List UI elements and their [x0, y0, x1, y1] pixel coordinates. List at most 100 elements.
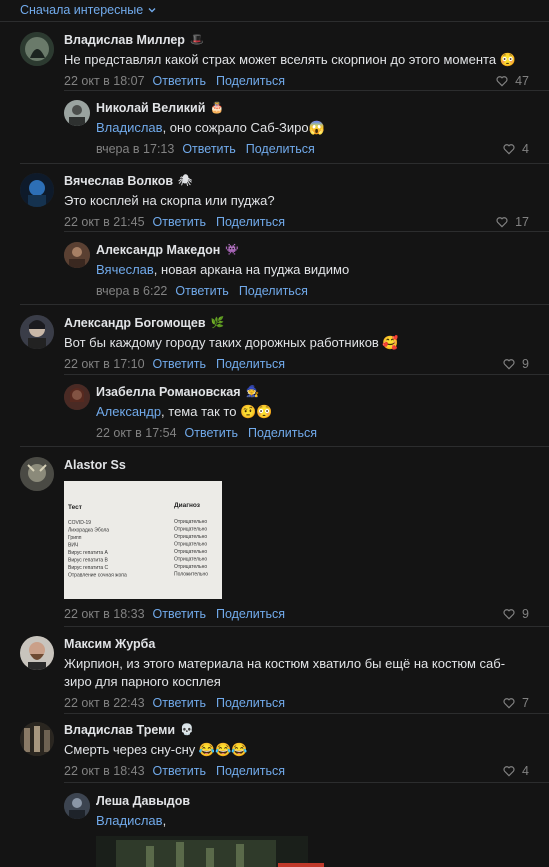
comment-text: , тема так то 🤨😳 — [161, 404, 273, 419]
avatar[interactable] — [20, 173, 54, 207]
reply-button[interactable]: Ответить — [182, 142, 235, 156]
status-emoji: 🕷 — [178, 174, 193, 187]
share-button[interactable]: Поделиться — [216, 215, 285, 229]
comment-date[interactable]: вчера в 17:13 — [96, 142, 174, 156]
photo-header-right: Диагноз — [174, 502, 201, 509]
photo-test-name: Вирус гепатита С — [68, 565, 109, 571]
author-name[interactable]: Вячеслав Волков — [64, 174, 173, 188]
author-name[interactable]: Владислав Миллер — [64, 33, 185, 47]
reply-button[interactable]: Ответить — [153, 215, 206, 229]
like-button[interactable]: 47 — [495, 74, 529, 88]
photo-header-left: Тест — [68, 504, 82, 511]
avatar[interactable] — [20, 722, 54, 756]
share-button[interactable]: Поделиться — [248, 426, 317, 440]
comment-text: Смерть через сну-сну 😂😂😂 — [64, 742, 248, 757]
mention-link[interactable]: Владислав — [96, 813, 163, 828]
reply-button[interactable]: Ответить — [153, 607, 206, 621]
reply-button[interactable]: Ответить — [153, 764, 206, 778]
avatar[interactable] — [20, 32, 54, 66]
status-emoji: 🎂 — [210, 101, 225, 114]
photo-test-result: Отрицательно — [174, 564, 207, 570]
avatar[interactable] — [20, 315, 54, 349]
comment-date[interactable]: 22 окт в 17:54 — [96, 426, 177, 440]
mention-link[interactable]: Александр — [96, 404, 161, 419]
mention-link[interactable]: Вячеслав — [96, 262, 154, 277]
attached-photo[interactable] — [96, 836, 308, 867]
comment-date[interactable]: 22 окт в 18:43 — [64, 764, 145, 778]
share-button[interactable]: Поделиться — [239, 284, 308, 298]
avatar[interactable] — [64, 242, 90, 268]
sort-dropdown[interactable]: Сначала интересные — [20, 3, 157, 17]
reply-button[interactable]: Ответить — [185, 426, 238, 440]
attached-photo[interactable]: Тест Диагноз COVID-19 Отрицательно Лихорад… — [64, 481, 222, 599]
reply-button[interactable]: Ответить — [153, 696, 206, 710]
like-count: 7 — [522, 696, 529, 710]
photo-test-result: Отрицательно — [174, 549, 207, 555]
avatar[interactable] — [20, 457, 54, 491]
comment-text: , оно сожрало Саб-Зиро😱 — [162, 120, 325, 135]
avatar[interactable] — [64, 100, 90, 126]
like-count: 4 — [522, 142, 529, 156]
comment-date[interactable]: 22 окт в 17:10 — [64, 357, 145, 371]
photo-test-result: Отрицательно — [174, 534, 207, 540]
like-count: 47 — [515, 74, 529, 88]
avatar[interactable] — [64, 793, 90, 819]
share-button[interactable]: Поделиться — [216, 607, 285, 621]
like-count: 17 — [515, 215, 529, 229]
heart-icon — [503, 766, 515, 777]
photo-test-name: Вирус гепатита В — [68, 558, 109, 564]
photo-test-name: Грипп — [68, 535, 82, 541]
author-name[interactable]: Николай Великий — [96, 101, 205, 115]
photo-test-result: Отрицательно — [174, 519, 207, 525]
author-name[interactable]: Александр Богомощев — [64, 316, 206, 330]
avatar[interactable] — [20, 636, 54, 670]
share-button[interactable]: Поделиться — [216, 696, 285, 710]
divider — [0, 21, 549, 22]
mention-link[interactable]: Владислав — [96, 120, 163, 135]
comment-date[interactable]: 22 окт в 21:45 — [64, 215, 145, 229]
status-emoji: 🌿 — [210, 316, 225, 329]
comment-date[interactable]: 22 окт в 18:33 — [64, 607, 145, 621]
author-name[interactable]: Изабелла Романовская — [96, 385, 241, 399]
divider — [20, 163, 549, 164]
like-button[interactable]: 4 — [502, 142, 529, 156]
like-button[interactable]: 7 — [502, 696, 529, 710]
like-button[interactable]: 4 — [502, 764, 529, 778]
comment-text: Это косплей на скорпа или пуджа? — [64, 193, 275, 208]
author-name[interactable]: Максим Журба — [64, 637, 155, 651]
reply-button[interactable]: Ответить — [153, 74, 206, 88]
heart-icon — [503, 144, 515, 155]
comment-date[interactable]: 22 окт в 22:43 — [64, 696, 145, 710]
share-button[interactable]: Поделиться — [216, 74, 285, 88]
author-name[interactable]: Александр Македон — [96, 243, 220, 257]
share-button[interactable]: Поделиться — [216, 357, 285, 371]
like-button[interactable]: 9 — [502, 357, 529, 371]
status-emoji: 💀 — [180, 723, 194, 736]
like-count: 4 — [522, 764, 529, 778]
author-name[interactable]: Леша Давыдов — [96, 794, 190, 808]
comment-date[interactable]: вчера в 6:22 — [96, 284, 167, 298]
like-count: 9 — [522, 607, 529, 621]
photo-test-name: Лихорадка Эбола — [68, 528, 109, 534]
comment-text: , — [162, 813, 167, 828]
divider — [64, 90, 549, 91]
progress-indicator — [278, 863, 324, 867]
avatar[interactable] — [64, 384, 90, 410]
share-button[interactable]: Поделиться — [216, 764, 285, 778]
heart-icon — [496, 217, 508, 228]
author-name[interactable]: Владислав Треми — [64, 723, 175, 737]
status-emoji: 👾 — [225, 243, 240, 256]
comment-date[interactable]: 22 окт в 18:07 — [64, 74, 145, 88]
reply-button[interactable]: Ответить — [153, 357, 206, 371]
status-emoji: 🧙 — [245, 385, 260, 398]
like-button[interactable]: 17 — [495, 215, 529, 229]
share-button[interactable]: Поделиться — [246, 142, 315, 156]
divider — [20, 304, 549, 305]
comment-text: Не представлял какой страх может вселять… — [64, 52, 516, 67]
divider — [64, 713, 549, 714]
photo-test-result: Отрицательно — [174, 527, 207, 533]
author-name[interactable]: Alastor Ss — [64, 458, 126, 472]
like-button[interactable]: 9 — [502, 607, 529, 621]
heart-icon — [503, 698, 515, 709]
reply-button[interactable]: Ответить — [175, 284, 228, 298]
